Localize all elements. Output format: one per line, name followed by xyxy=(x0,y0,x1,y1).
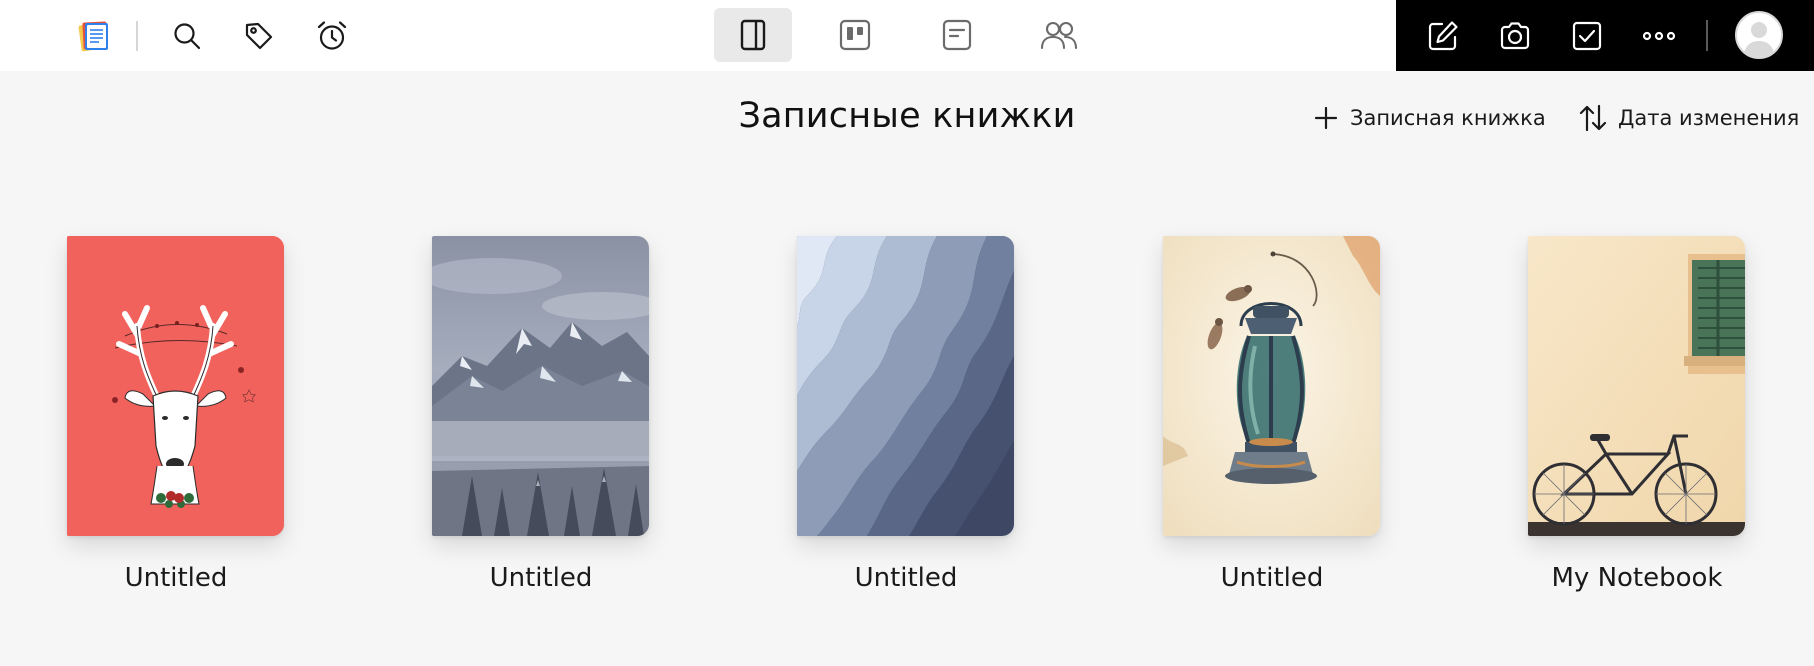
notebook-view-icon[interactable] xyxy=(714,8,792,62)
plus-icon xyxy=(1314,106,1338,130)
sort-arrows-icon xyxy=(1579,104,1607,132)
notebook-card[interactable]: Untitled xyxy=(1163,236,1381,593)
notebook-card[interactable]: Untitled xyxy=(797,236,1015,593)
user-avatar[interactable] xyxy=(1735,11,1783,59)
notebook-cover-bicycle[interactable] xyxy=(1528,236,1745,536)
quick-create-bar xyxy=(1396,0,1814,71)
notebook-card[interactable]: Untitled xyxy=(67,236,285,593)
checklist-icon[interactable] xyxy=(1561,10,1613,62)
notebook-cover-waves[interactable] xyxy=(797,236,1014,536)
search-icon[interactable] xyxy=(161,10,213,62)
shared-users-icon[interactable] xyxy=(1020,8,1098,62)
page-title: Записные книжки xyxy=(738,96,1076,136)
notebook-title: Untitled xyxy=(854,563,958,593)
toolbar-divider xyxy=(136,21,138,51)
board-view-icon[interactable] xyxy=(816,8,894,62)
notebooks-logo-icon[interactable] xyxy=(68,10,120,62)
notebook-card[interactable]: My Notebook xyxy=(1528,236,1746,593)
camera-icon[interactable] xyxy=(1489,10,1541,62)
notebook-card[interactable]: Untitled xyxy=(432,236,650,593)
more-options-icon[interactable] xyxy=(1633,10,1685,62)
reminder-alarm-icon[interactable] xyxy=(306,10,358,62)
notebook-cover-mountains[interactable] xyxy=(432,236,649,536)
new-note-pencil-icon[interactable] xyxy=(1417,10,1469,62)
notebook-title: Untitled xyxy=(1220,563,1324,593)
notebook-title: My Notebook xyxy=(1551,563,1723,593)
card-view-icon[interactable] xyxy=(918,8,996,62)
toolbar-divider xyxy=(1706,20,1708,51)
notebook-cover-deer[interactable] xyxy=(67,236,284,536)
add-notebook-button[interactable]: Записная книжка xyxy=(1312,102,1546,134)
notebook-title: Untitled xyxy=(124,563,228,593)
sort-button[interactable]: Дата изменения xyxy=(1578,102,1799,134)
tag-icon[interactable] xyxy=(233,10,285,62)
add-notebook-label: Записная книжка xyxy=(1350,106,1546,130)
top-toolbar xyxy=(0,0,1814,71)
sort-label: Дата изменения xyxy=(1618,106,1800,130)
notebook-cover-lantern[interactable] xyxy=(1163,236,1380,536)
notebook-title: Untitled xyxy=(489,563,593,593)
